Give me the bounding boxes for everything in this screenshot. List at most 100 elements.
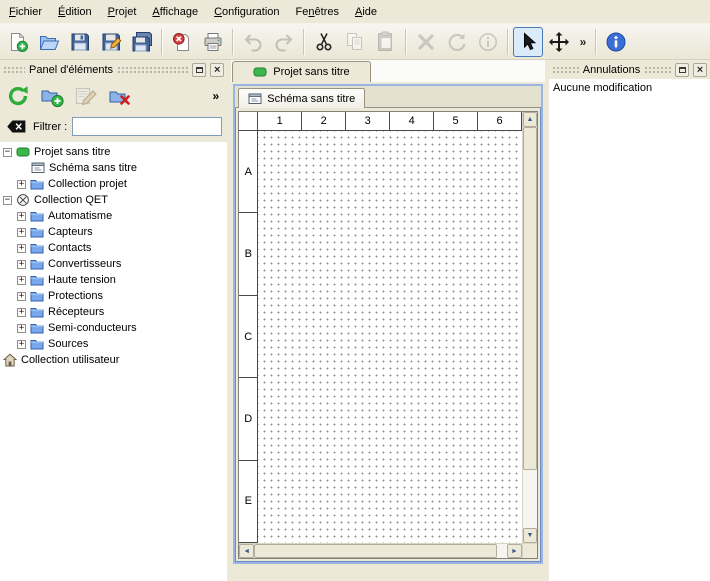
scroll-right-button[interactable]: ► — [507, 544, 522, 558]
undo-list-item[interactable]: Aucune modification — [549, 79, 710, 96]
tree-item-sche-ma-sans-titre[interactable]: Schéma sans titre — [0, 160, 227, 176]
float-panel-button[interactable] — [192, 63, 206, 77]
element-info-button[interactable] — [473, 27, 503, 57]
horizontal-scroll-thumb[interactable] — [254, 544, 497, 558]
dock-drag-handle[interactable] — [3, 66, 25, 74]
dock-drag-handle[interactable] — [644, 66, 671, 74]
scissors-icon — [313, 31, 335, 53]
elements-toolbar-overflow-button[interactable]: » — [213, 89, 220, 103]
collapse-icon[interactable]: − — [3, 148, 12, 157]
move-mode-button[interactable] — [544, 27, 574, 57]
menu-item-projet[interactable]: Projet — [100, 1, 145, 23]
tree-item-protections[interactable]: + Protections — [0, 288, 227, 304]
new-project-button[interactable] — [3, 27, 33, 57]
filter-input[interactable] — [72, 117, 222, 136]
tree-item-collection-utilisateur[interactable]: Collection utilisateur — [0, 352, 227, 368]
tree-item-sources[interactable]: +Sources — [0, 336, 227, 352]
rotate-button[interactable] — [442, 27, 472, 57]
row-ruler-label: C — [239, 296, 257, 378]
undo-panel-title: Annulations — [583, 64, 641, 76]
vertical-scroll-thumb[interactable] — [523, 127, 537, 470]
tab-project[interactable]: Projet sans titre — [232, 61, 370, 82]
undo-panel: Annulations × Aucune modification — [549, 60, 710, 581]
tree-item-capteurs[interactable]: + Capteurs — [0, 224, 227, 240]
cut-button[interactable] — [309, 27, 339, 57]
tree-item-label: Schéma sans titre — [49, 162, 137, 174]
expand-icon[interactable]: + — [17, 212, 26, 221]
menu-item-affichage[interactable]: Affichage — [144, 1, 206, 23]
close-document-icon — [171, 31, 193, 53]
home-icon — [3, 353, 17, 367]
tree-item-label: Projet sans titre — [34, 146, 110, 158]
float-panel-button[interactable] — [675, 63, 689, 77]
folder-icon — [30, 209, 44, 223]
save-as-floppy-icon — [100, 31, 122, 53]
save-floppy-icon — [69, 31, 91, 53]
close-icon: × — [697, 65, 703, 75]
undo-button[interactable] — [238, 27, 268, 57]
open-project-button[interactable] — [34, 27, 64, 57]
expand-icon[interactable]: + — [17, 276, 26, 285]
column-ruler-label: 1 — [258, 112, 302, 130]
delete-button[interactable] — [411, 27, 441, 57]
tree-item-label: Protections — [48, 290, 103, 302]
dock-drag-handle[interactable] — [117, 66, 188, 74]
close-project-button[interactable] — [167, 27, 197, 57]
close-panel-button[interactable]: × — [210, 63, 224, 77]
reload-collections-button[interactable] — [3, 81, 33, 111]
tree-item-convertisseurs[interactable]: +Convertisseurs — [0, 256, 227, 272]
tree-item-label: Automatisme — [48, 210, 112, 222]
print-button[interactable] — [198, 27, 228, 57]
save-as-button[interactable] — [96, 27, 126, 57]
expand-icon[interactable]: + — [17, 228, 26, 237]
expand-icon[interactable]: + — [17, 340, 26, 349]
expand-icon[interactable]: + — [17, 324, 26, 333]
scroll-left-button[interactable]: ◄ — [239, 544, 254, 558]
tree-item-label: Capteurs — [48, 226, 93, 238]
collapse-icon[interactable]: − — [3, 196, 12, 205]
float-icon — [679, 67, 686, 73]
vertical-scrollbar[interactable]: ▲ ▼ — [522, 112, 537, 543]
tab-schema[interactable]: Schéma sans titre — [238, 88, 365, 108]
menu-item-edition[interactable]: Édition — [50, 1, 100, 23]
expand-icon[interactable]: + — [17, 292, 26, 301]
clipboard-icon — [375, 31, 397, 53]
new-element-button[interactable] — [37, 81, 67, 111]
paste-button[interactable] — [371, 27, 401, 57]
schema-canvas[interactable] — [258, 131, 522, 543]
tree-item-contacts[interactable]: +Contacts — [0, 240, 227, 256]
save-all-button[interactable] — [127, 27, 157, 57]
tree-item-haute-tension[interactable]: +Haute tension — [0, 272, 227, 288]
tree-item-collection-qet[interactable]: − Collection QET — [0, 192, 227, 208]
horizontal-scrollbar[interactable]: ◄ ► — [239, 543, 522, 558]
menu-item-fichier[interactable]: Fichier — [1, 1, 50, 23]
delete-element-button[interactable] — [105, 81, 135, 111]
expand-icon[interactable]: + — [17, 260, 26, 269]
menu-item-configuration[interactable]: Configuration — [206, 1, 287, 23]
expand-icon[interactable]: + — [17, 180, 26, 189]
tab-project-label: Projet sans titre — [273, 66, 349, 78]
tree-item-projet-sans-titre[interactable]: − Projet sans titre — [0, 144, 227, 160]
about-button[interactable] — [601, 27, 631, 57]
close-panel-button[interactable]: × — [693, 63, 707, 77]
scroll-up-button[interactable]: ▲ — [523, 112, 537, 127]
save-button[interactable] — [65, 27, 95, 57]
expand-icon[interactable]: + — [17, 308, 26, 317]
expand-icon[interactable]: + — [17, 244, 26, 253]
select-mode-button[interactable] — [513, 27, 543, 57]
tree-item-collection-projet[interactable]: +Collection projet — [0, 176, 227, 192]
tree-item-re-cepteurs[interactable]: +Récepteurs — [0, 304, 227, 320]
menu-item-fenetres[interactable]: Fenêtres — [288, 1, 347, 23]
tree-item-semi-conducteurs[interactable]: +Semi-conducteurs — [0, 320, 227, 336]
column-ruler-label: 4 — [390, 112, 434, 130]
toolbar-overflow-button[interactable]: » — [575, 27, 591, 57]
dock-drag-handle[interactable] — [552, 66, 579, 74]
tree-item-automatisme[interactable]: + Automatisme — [0, 208, 227, 224]
edit-element-button[interactable] — [71, 81, 101, 111]
copy-button[interactable] — [340, 27, 370, 57]
scroll-down-button[interactable]: ▼ — [523, 528, 537, 543]
clear-filter-button[interactable] — [4, 118, 28, 135]
redo-button[interactable] — [269, 27, 299, 57]
menu-item-aide[interactable]: Aide — [347, 1, 385, 23]
tree-item-label: Collection QET — [34, 194, 108, 206]
